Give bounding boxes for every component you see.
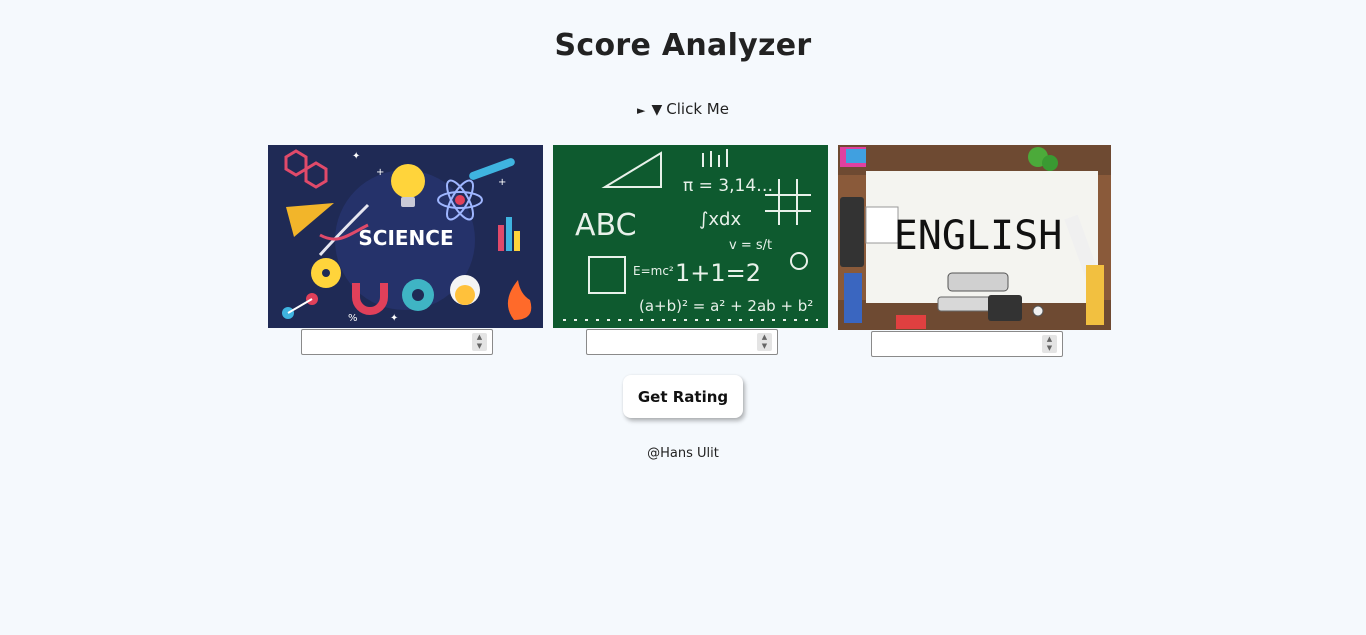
science-score-field[interactable] bbox=[302, 330, 474, 354]
math-score-field[interactable] bbox=[587, 330, 759, 354]
math-score-input[interactable]: ▲ ▼ bbox=[586, 329, 778, 355]
math-binomial-text: (a+b)² = a² + 2ab + b² bbox=[639, 297, 813, 315]
math-image: ABC π = 3,14… ∫xdx E=mc² 1+1=2 v = s/t (… bbox=[553, 145, 828, 328]
svg-text:✦: ✦ bbox=[390, 313, 398, 324]
science-score-spinner[interactable]: ▲ ▼ bbox=[472, 333, 487, 351]
svg-text:%: % bbox=[348, 313, 358, 324]
svg-text:✦: ✦ bbox=[352, 151, 360, 162]
english-score-field[interactable] bbox=[872, 332, 1044, 356]
toggle-label[interactable]: Click Me bbox=[666, 100, 729, 118]
science-score-input[interactable]: ▲ ▼ bbox=[301, 329, 493, 355]
math-velocity-text: v = s/t bbox=[729, 238, 772, 253]
disclosure-triangle-icon[interactable]: ► bbox=[637, 104, 645, 117]
svg-text:+: + bbox=[376, 167, 384, 178]
subject-cards: SCIENCE ✦ + + ✦ % ▲ ▼ ABC π = 3,14… ∫xdx… bbox=[268, 145, 1113, 365]
caret-down-icon: ▼ bbox=[651, 102, 663, 118]
math-integral-text: ∫xdx bbox=[699, 209, 741, 230]
spin-up-icon[interactable]: ▲ bbox=[472, 333, 487, 342]
page-title: Score Analyzer bbox=[554, 28, 812, 63]
subject-card-math: ABC π = 3,14… ∫xdx E=mc² 1+1=2 v = s/t (… bbox=[553, 145, 828, 355]
spin-up-icon[interactable]: ▲ bbox=[757, 333, 772, 342]
math-abc-text: ABC bbox=[575, 208, 637, 243]
spin-up-icon[interactable]: ▲ bbox=[1042, 335, 1057, 344]
footer-credit: @Hans Ulit bbox=[647, 446, 719, 461]
spin-down-icon[interactable]: ▼ bbox=[757, 342, 772, 351]
math-emc-text: E=mc² bbox=[633, 264, 674, 278]
english-image: ENGLISH bbox=[838, 145, 1111, 330]
math-sum-text: 1+1=2 bbox=[675, 259, 761, 287]
english-word: ENGLISH bbox=[894, 213, 1063, 259]
science-word: SCIENCE bbox=[358, 226, 453, 250]
spin-down-icon[interactable]: ▼ bbox=[1042, 344, 1057, 353]
get-rating-button[interactable]: Get Rating bbox=[623, 375, 743, 418]
subject-card-science: SCIENCE ✦ + + ✦ % ▲ ▼ bbox=[268, 145, 543, 355]
math-score-spinner[interactable]: ▲ ▼ bbox=[757, 333, 772, 351]
english-score-spinner[interactable]: ▲ ▼ bbox=[1042, 335, 1057, 353]
click-me-toggle[interactable]: ► ▼ Click Me bbox=[0, 100, 1366, 118]
english-score-input[interactable]: ▲ ▼ bbox=[871, 331, 1063, 357]
svg-text:+: + bbox=[498, 177, 506, 188]
page: Score Analyzer ► ▼ Click Me SCIENCE ✦ + … bbox=[0, 0, 1366, 635]
spin-down-icon[interactable]: ▼ bbox=[472, 342, 487, 351]
math-pi-text: π = 3,14… bbox=[683, 176, 773, 196]
science-image: SCIENCE ✦ + + ✦ % bbox=[268, 145, 543, 328]
subject-card-english: ENGLISH ▲ ▼ bbox=[838, 145, 1113, 357]
